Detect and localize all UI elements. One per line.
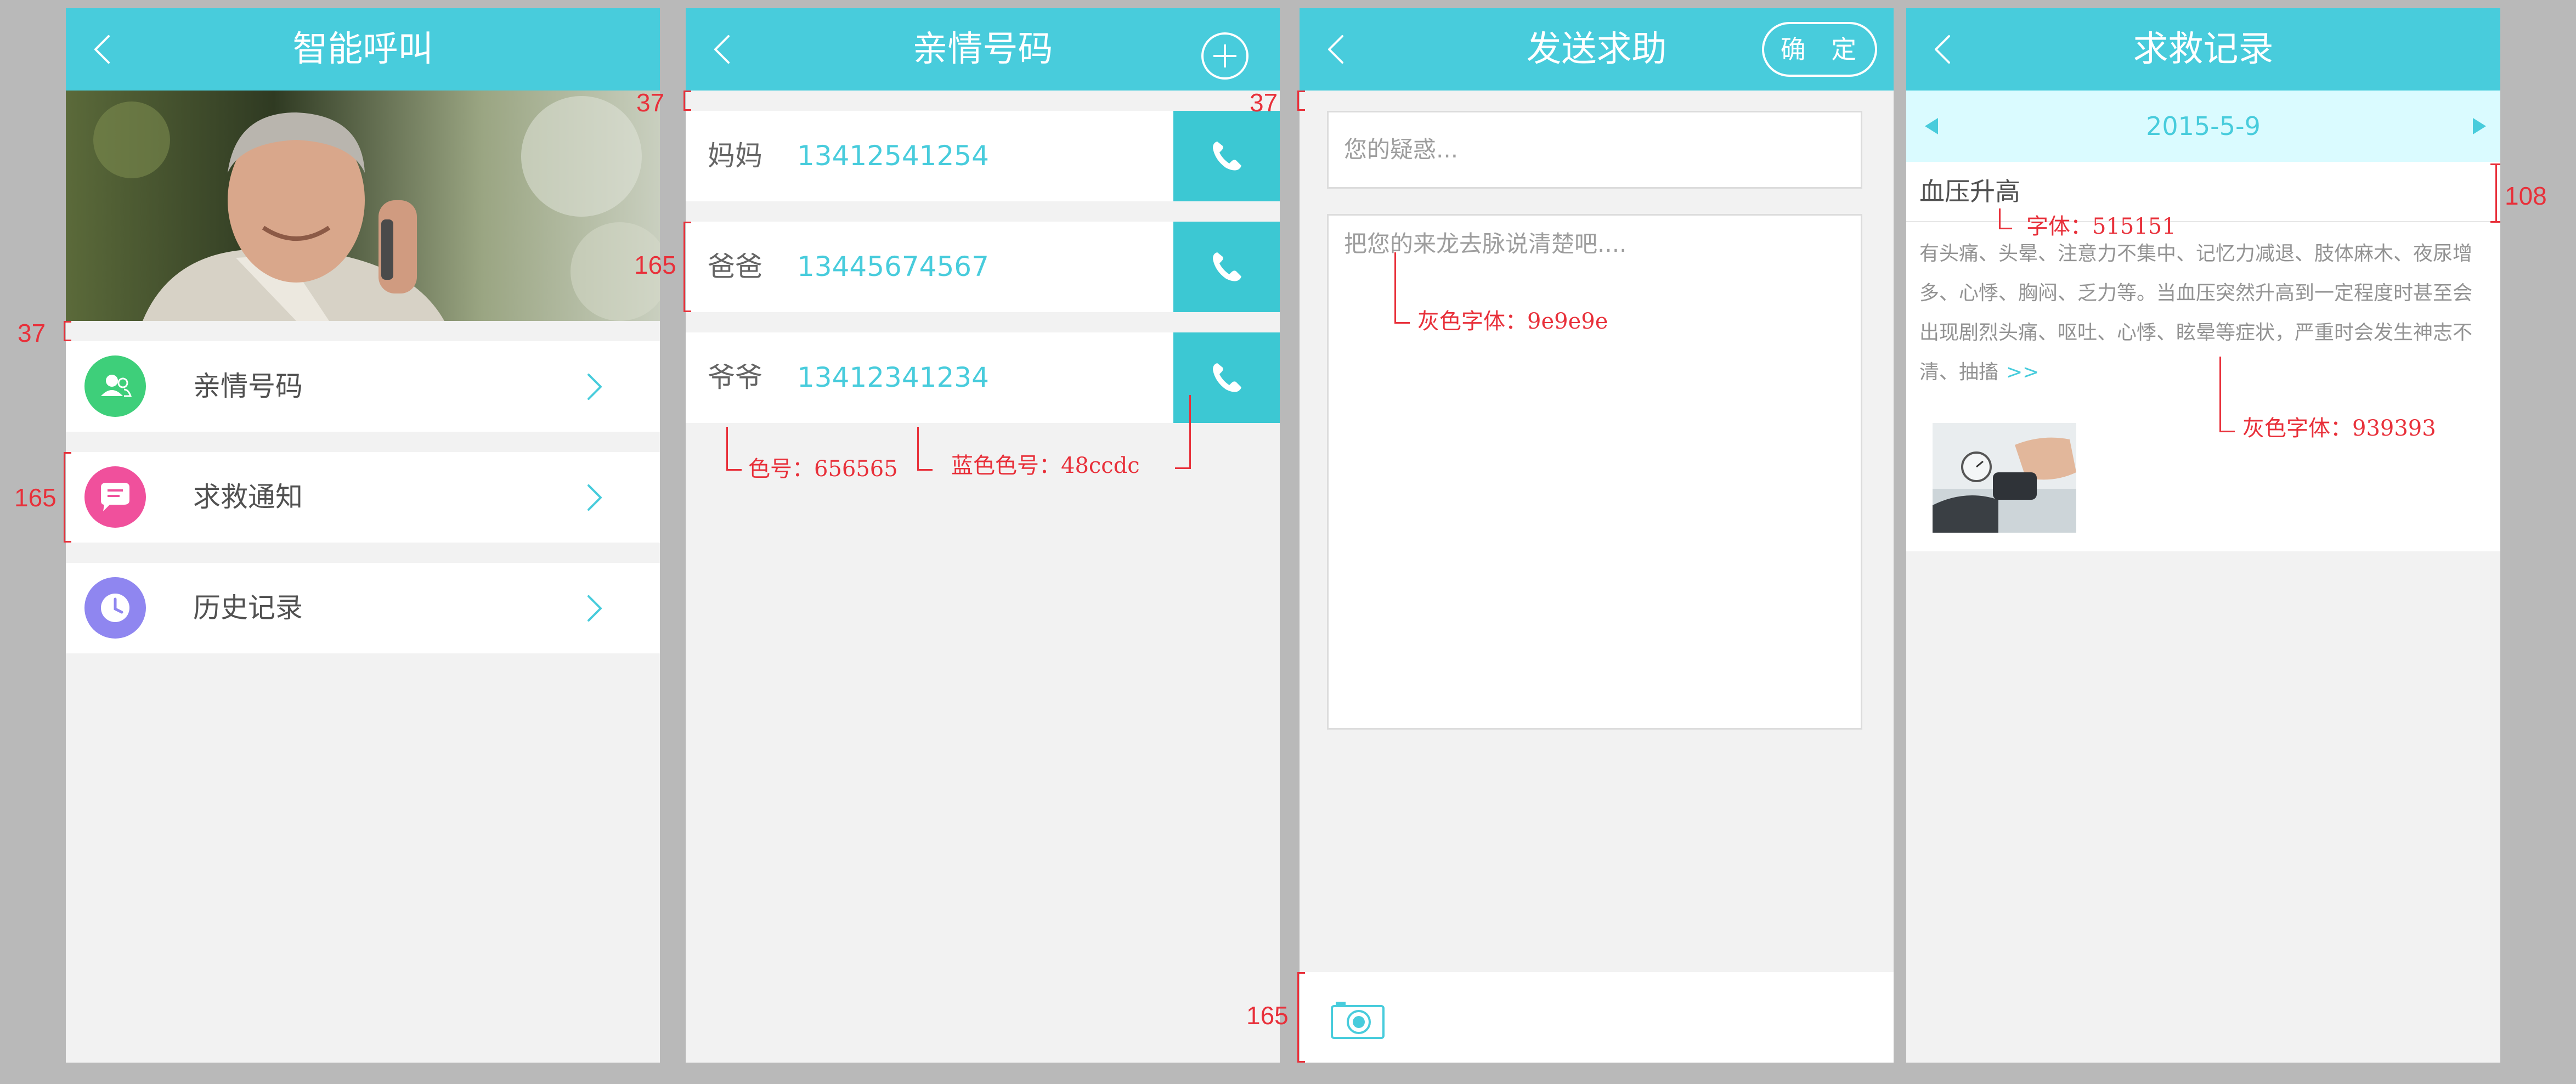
camera-icon[interactable] bbox=[1330, 998, 1385, 1040]
chevron-right-icon bbox=[579, 482, 609, 513]
contact-name: 爸爸 bbox=[708, 251, 762, 283]
detail-textarea[interactable]: 把您的来龙去脉说清楚吧.... bbox=[1327, 214, 1862, 730]
contact-row: 爸爸 13445674567 bbox=[686, 222, 1280, 312]
annotation-leader bbox=[726, 427, 728, 471]
annotation-leader bbox=[1394, 252, 1396, 324]
chevron-right-icon bbox=[579, 593, 609, 624]
subject-input[interactable]: 您的疑惑... bbox=[1327, 111, 1862, 189]
bottom-toolbar bbox=[1300, 972, 1894, 1063]
next-date-icon[interactable] bbox=[2472, 117, 2487, 136]
annotation-bracket bbox=[683, 222, 685, 312]
nav-bar: 智能呼叫 bbox=[66, 8, 660, 91]
annotation-tick bbox=[64, 340, 71, 341]
annotation-tick bbox=[1297, 1061, 1305, 1063]
call-button[interactable] bbox=[1173, 111, 1280, 201]
annotation-measure: 37 bbox=[1250, 88, 1278, 117]
more-link[interactable]: >> bbox=[2006, 361, 2039, 383]
annotation-leader bbox=[2219, 357, 2221, 432]
clock-icon bbox=[84, 577, 146, 639]
contact-name: 妈妈 bbox=[708, 140, 762, 172]
chevron-right-icon bbox=[579, 371, 609, 402]
menu-item-notice[interactable]: 求救通知 bbox=[66, 452, 660, 543]
divider bbox=[1906, 221, 2500, 222]
record-body: 有头痛、头晕、注意力不集中、记忆力减退、肢体麻木、夜尿增多、心悸、胸闷、乏力等。… bbox=[1919, 234, 2484, 392]
contact-phone: 13445674567 bbox=[797, 251, 989, 283]
date-label: 2015-5-9 bbox=[2146, 111, 2261, 141]
annotation-measure: 108 bbox=[2505, 182, 2547, 210]
contact-row: 妈妈 13412541254 bbox=[686, 111, 1280, 201]
annotation-leader bbox=[917, 427, 919, 471]
record-body-text: 有头痛、头晕、注意力不集中、记忆力减退、肢体麻木、夜尿增多、心悸、胸闷、乏力等。… bbox=[1919, 242, 2473, 383]
page-title: 求救记录 bbox=[2133, 29, 2274, 70]
menu-item-contacts[interactable]: 亲情号码 bbox=[66, 341, 660, 432]
contact-name: 爷爷 bbox=[708, 362, 762, 393]
annotation-bracket bbox=[64, 452, 65, 543]
annotation-leader bbox=[1999, 208, 2001, 229]
send-help-screen: 发送求助 确 定 您的疑惑... 把您的来龙去脉说清楚吧.... bbox=[1300, 8, 1894, 1063]
annotation-leader bbox=[1189, 395, 1191, 469]
page-title: 亲情号码 bbox=[912, 29, 1053, 70]
annotation-tick bbox=[1297, 109, 1305, 111]
annotation-tick bbox=[64, 541, 71, 543]
annotation-tick bbox=[2490, 221, 2500, 223]
annotation-bracket bbox=[1297, 972, 1299, 1063]
contact-phone: 13412341234 bbox=[797, 362, 989, 393]
annotation-leader bbox=[2219, 431, 2235, 432]
annotation-measure: 37 bbox=[636, 88, 665, 117]
nav-bar: 发送求助 确 定 bbox=[1300, 8, 1894, 91]
nav-bar: 求救记录 bbox=[1906, 8, 2500, 91]
phone-icon bbox=[1213, 252, 1241, 281]
phone-icon bbox=[1213, 363, 1241, 392]
contact-phone: 13412541254 bbox=[797, 140, 989, 172]
nav-bar: 亲情号码 bbox=[686, 8, 1280, 91]
annotation-leader bbox=[1999, 228, 2012, 229]
annotation-measure: 165 bbox=[14, 483, 57, 512]
record-card[interactable]: 血压升高 有头痛、头晕、注意力不集中、记忆力减退、肢体麻木、夜尿增多、心悸、胸闷… bbox=[1906, 162, 2500, 551]
record-title: 血压升高 bbox=[1919, 177, 2020, 206]
annotation-bracket bbox=[2495, 163, 2497, 223]
annotation-color-phone: 蓝色色号：48ccdc bbox=[951, 453, 1140, 478]
hero-photo bbox=[66, 91, 660, 321]
annotation-leader bbox=[917, 469, 933, 471]
annotation-tick bbox=[683, 310, 691, 312]
add-icon[interactable] bbox=[1200, 31, 1250, 81]
annotation-measure: 165 bbox=[1246, 1001, 1289, 1030]
menu-item-label: 求救通知 bbox=[193, 481, 303, 513]
rescue-records-screen: 求救记录 2015-5-9 血压升高 有头痛、头晕、注意力不集中、记忆力减退、肢… bbox=[1906, 8, 2500, 1063]
annotation-bracket bbox=[683, 91, 685, 111]
annotation-bracket bbox=[1297, 91, 1299, 111]
date-selector: 2015-5-9 bbox=[1906, 91, 2500, 162]
call-button[interactable] bbox=[1173, 222, 1280, 312]
confirm-button[interactable]: 确 定 bbox=[1762, 22, 1877, 77]
annotation-tick bbox=[683, 109, 691, 111]
smart-call-screen: 智能呼叫 亲情号码 求救通知 历史记录 bbox=[66, 8, 660, 1063]
annotation-measure: 37 bbox=[18, 319, 46, 347]
message-icon bbox=[84, 466, 146, 528]
annotation-color-name: 色号：656565 bbox=[748, 456, 898, 482]
record-thumbnail[interactable] bbox=[1933, 423, 2076, 533]
annotation-leader bbox=[1175, 467, 1190, 469]
contacts-icon bbox=[84, 355, 146, 417]
page-title: 智能呼叫 bbox=[292, 29, 433, 70]
annotation-bracket bbox=[64, 321, 65, 341]
annotation-measure: 165 bbox=[634, 251, 676, 279]
phone-icon bbox=[1213, 142, 1241, 171]
annotation-leader bbox=[726, 469, 742, 471]
menu-item-label: 历史记录 bbox=[193, 592, 303, 624]
annotation-leader bbox=[1394, 322, 1410, 324]
annotation-gray-font: 灰色字体：9e9e9e bbox=[1417, 309, 1608, 334]
menu-item-history[interactable]: 历史记录 bbox=[66, 563, 660, 653]
menu-item-label: 亲情号码 bbox=[193, 370, 303, 402]
family-numbers-screen: 亲情号码 妈妈 13412541254 爸爸 13445674567 爷爷 13… bbox=[686, 8, 1280, 1063]
annotation-title-font: 字体：515151 bbox=[2026, 214, 2176, 239]
annotation-body-font: 灰色字体：939393 bbox=[2242, 416, 2436, 441]
